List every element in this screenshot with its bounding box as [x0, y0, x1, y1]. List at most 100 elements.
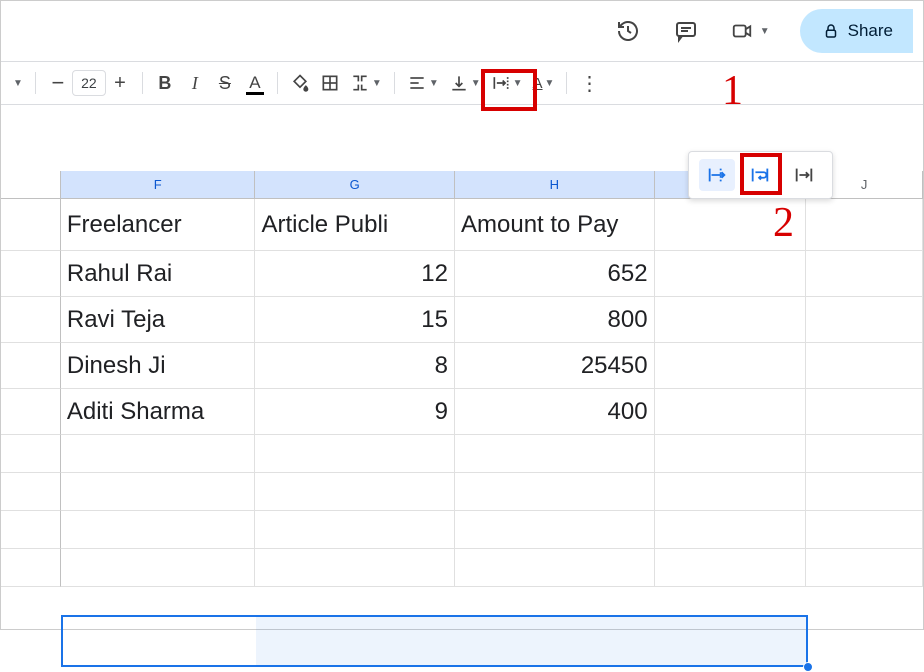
- column-header-G[interactable]: G: [255, 171, 455, 198]
- italic-button[interactable]: I: [181, 68, 209, 98]
- cell[interactable]: [61, 549, 256, 587]
- cell[interactable]: Freelancer: [61, 199, 256, 251]
- comment-icon[interactable]: [672, 17, 700, 45]
- font-size-decrease-button[interactable]: −: [44, 68, 72, 98]
- chevron-down-icon[interactable]: ▼: [9, 78, 27, 89]
- wrap-option[interactable]: [742, 159, 778, 191]
- cell[interactable]: [806, 251, 923, 297]
- column-header-H[interactable]: H: [455, 171, 655, 198]
- cell[interactable]: [455, 511, 655, 549]
- cell[interactable]: [655, 297, 807, 343]
- cell[interactable]: 652: [455, 251, 655, 297]
- font-size-input[interactable]: [72, 70, 106, 96]
- strikethrough-button[interactable]: S: [211, 68, 239, 98]
- table-row: [1, 549, 923, 587]
- grid: Freelancer Article Publi Amount to Pay R…: [1, 199, 923, 587]
- cell[interactable]: [806, 473, 923, 511]
- clip-option[interactable]: [786, 159, 822, 191]
- cell[interactable]: [455, 549, 655, 587]
- table-row: Rahul Rai 12 652: [1, 251, 923, 297]
- cell[interactable]: [806, 435, 923, 473]
- cell[interactable]: Aditi Sharma: [61, 389, 256, 435]
- cell[interactable]: 400: [455, 389, 655, 435]
- vertical-align-button[interactable]: ▼: [445, 68, 485, 98]
- cell[interactable]: 9: [255, 389, 455, 435]
- share-label: Share: [848, 21, 893, 41]
- font-size-increase-button[interactable]: +: [106, 68, 134, 98]
- chevron-down-icon: ▼: [471, 78, 481, 89]
- row-header[interactable]: [1, 389, 61, 435]
- chevron-down-icon: ▼: [513, 78, 523, 89]
- cell[interactable]: Rahul Rai: [61, 251, 256, 297]
- share-button[interactable]: Share: [800, 9, 913, 53]
- cell[interactable]: [455, 435, 655, 473]
- separator: [142, 72, 143, 94]
- cell[interactable]: [255, 511, 455, 549]
- cell[interactable]: Ravi Teja: [61, 297, 256, 343]
- cell[interactable]: [655, 473, 807, 511]
- row-header[interactable]: [1, 549, 61, 587]
- row-header[interactable]: [1, 473, 61, 511]
- cell[interactable]: [806, 343, 923, 389]
- row-header[interactable]: [1, 251, 61, 297]
- cell[interactable]: [655, 511, 807, 549]
- cell[interactable]: 8: [255, 343, 455, 389]
- separator: [566, 72, 567, 94]
- cell[interactable]: 800: [455, 297, 655, 343]
- cell[interactable]: [806, 389, 923, 435]
- more-button[interactable]: ⋮: [575, 68, 603, 98]
- chevron-down-icon: ▼: [760, 26, 770, 37]
- cell[interactable]: Amount to Pay: [455, 199, 655, 251]
- cell[interactable]: [655, 389, 807, 435]
- merge-cells-button[interactable]: ▼: [346, 68, 386, 98]
- text-wrapping-dropdown: [688, 151, 833, 199]
- separator: [394, 72, 395, 94]
- cell[interactable]: [455, 473, 655, 511]
- row-header[interactable]: [1, 297, 61, 343]
- cell[interactable]: [655, 199, 807, 251]
- cell[interactable]: [806, 297, 923, 343]
- corner-cell[interactable]: [1, 171, 61, 198]
- app-header: ▼ Share: [1, 1, 923, 61]
- borders-button[interactable]: [316, 68, 344, 98]
- table-row: [1, 473, 923, 511]
- cell[interactable]: [655, 251, 807, 297]
- cell[interactable]: [255, 435, 455, 473]
- chevron-down-icon: ▼: [545, 78, 555, 89]
- meet-button[interactable]: ▼: [730, 20, 770, 42]
- spreadsheet: F G H I J Freelancer Article Publi Amoun…: [1, 171, 923, 587]
- cell[interactable]: [655, 435, 807, 473]
- cell[interactable]: [655, 549, 807, 587]
- cell[interactable]: Dinesh Ji: [61, 343, 256, 389]
- row-header[interactable]: [1, 343, 61, 389]
- column-header-F[interactable]: F: [61, 171, 256, 198]
- cell[interactable]: Article Publi: [255, 199, 455, 251]
- separator: [35, 72, 36, 94]
- cell[interactable]: [806, 549, 923, 587]
- text-wrapping-button[interactable]: ▼: [487, 68, 527, 98]
- lock-icon: [822, 22, 840, 40]
- row-header[interactable]: [1, 511, 61, 549]
- overflow-option[interactable]: [699, 159, 735, 191]
- cell[interactable]: [806, 199, 923, 251]
- fill-color-button[interactable]: [286, 68, 314, 98]
- cell[interactable]: [655, 343, 807, 389]
- cell[interactable]: [61, 511, 256, 549]
- cell[interactable]: 15: [255, 297, 455, 343]
- bold-button[interactable]: B: [151, 68, 179, 98]
- cell[interactable]: [61, 473, 256, 511]
- table-row: Aditi Sharma 9 400: [1, 389, 923, 435]
- cell[interactable]: [806, 511, 923, 549]
- text-rotation-button[interactable]: A ▼: [529, 68, 559, 98]
- row-header[interactable]: [1, 199, 61, 251]
- cell[interactable]: [255, 549, 455, 587]
- horizontal-align-button[interactable]: ▼: [403, 68, 443, 98]
- chevron-down-icon: ▼: [429, 78, 439, 89]
- row-header[interactable]: [1, 435, 61, 473]
- cell[interactable]: 12: [255, 251, 455, 297]
- cell[interactable]: 25450: [455, 343, 655, 389]
- text-color-button[interactable]: A: [241, 68, 269, 98]
- cell[interactable]: [255, 473, 455, 511]
- cell[interactable]: [61, 435, 256, 473]
- history-icon[interactable]: [614, 17, 642, 45]
